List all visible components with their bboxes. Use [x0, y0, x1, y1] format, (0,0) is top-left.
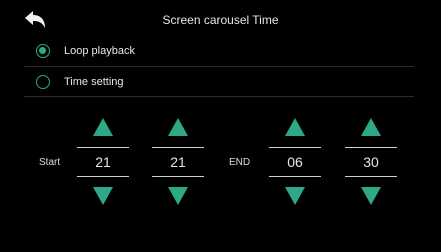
start-minute-up-arrow-icon[interactable]	[168, 118, 188, 136]
time-setting-label: Time setting	[64, 76, 124, 88]
end-label: END	[229, 157, 251, 168]
end-minute-value: 30	[363, 154, 379, 170]
loop-playback-label: Loop playback	[64, 45, 135, 57]
page-title: Screen carousel Time	[162, 13, 279, 27]
divider	[269, 176, 321, 177]
divider	[77, 176, 129, 177]
end-hour-spinner: 06	[269, 118, 321, 210]
loop-playback-radio[interactable]	[36, 44, 50, 58]
end-minute-up-arrow-icon[interactable]	[361, 118, 381, 136]
start-minute-down-arrow-icon[interactable]	[168, 187, 188, 205]
divider	[345, 176, 397, 177]
start-hour-spinner: 21	[77, 118, 129, 210]
end-hour-down-arrow-icon[interactable]	[285, 187, 305, 205]
option-time-setting[interactable]: Time setting	[36, 74, 124, 90]
end-hour-up-arrow-icon[interactable]	[285, 118, 305, 136]
screen-carousel-time-screen: Screen carousel Time Loop playback Time …	[0, 0, 441, 252]
divider	[152, 147, 204, 148]
divider	[77, 147, 129, 148]
divider	[24, 66, 414, 67]
start-label: Start	[39, 157, 61, 168]
end-minute-down-arrow-icon[interactable]	[361, 187, 381, 205]
divider	[152, 176, 204, 177]
divider	[345, 147, 397, 148]
option-loop-playback[interactable]: Loop playback	[36, 43, 135, 59]
start-minute-value: 21	[170, 154, 186, 170]
divider	[269, 147, 321, 148]
end-hour-value: 06	[287, 154, 303, 170]
divider	[24, 96, 414, 97]
start-hour-value: 21	[95, 154, 111, 170]
start-hour-down-arrow-icon[interactable]	[93, 187, 113, 205]
time-setting-radio[interactable]	[36, 75, 50, 89]
start-minute-spinner: 21	[152, 118, 204, 210]
start-hour-up-arrow-icon[interactable]	[93, 118, 113, 136]
end-minute-spinner: 30	[345, 118, 397, 210]
